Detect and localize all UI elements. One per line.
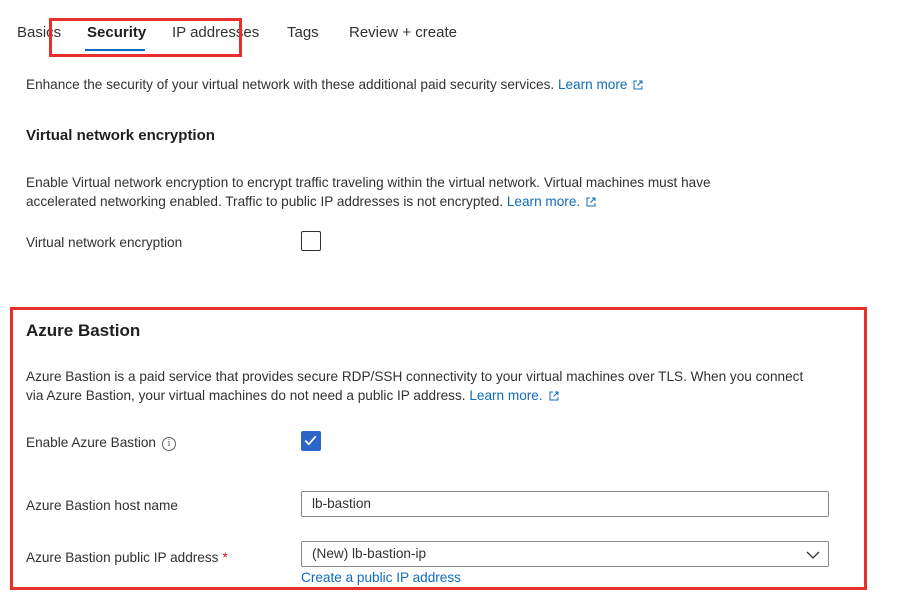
vnet-encryption-learn-more-link[interactable]: Learn more. <box>507 194 596 209</box>
vnet-encryption-desc-line1: Enable Virtual network encryption to enc… <box>26 175 711 190</box>
tab-highlight-box <box>49 18 242 57</box>
intro-learn-more-link[interactable]: Learn more <box>558 77 644 92</box>
checkmark-icon <box>304 435 317 446</box>
external-link-icon <box>633 80 643 90</box>
intro-text: Enhance the security of your virtual net… <box>26 77 555 92</box>
required-indicator: * <box>222 550 228 565</box>
vnet-encryption-heading: Virtual network encryption <box>26 127 215 144</box>
tab-tags[interactable]: Tags <box>287 24 319 41</box>
info-icon[interactable]: i <box>161 437 176 451</box>
tab-review-create[interactable]: Review + create <box>349 24 457 41</box>
external-link-icon <box>549 391 559 401</box>
intro-text-row: Enhance the security of your virtual net… <box>26 75 643 94</box>
enable-bastion-label-row: Enable Azure Bastion i <box>26 433 176 452</box>
bastion-desc-line1: Azure Bastion is a paid service that pro… <box>26 369 804 384</box>
vnet-encryption-checkbox[interactable] <box>301 231 321 251</box>
bastion-learn-more-link[interactable]: Learn more. <box>469 388 559 403</box>
bastion-host-name-input[interactable]: lb-bastion <box>301 491 829 517</box>
bastion-public-ip-label-row: Azure Bastion public IP address * <box>26 548 228 567</box>
enable-bastion-label: Enable Azure Bastion <box>26 435 156 450</box>
vnet-encryption-description: Enable Virtual network encryption to enc… <box>26 173 711 211</box>
bastion-description: Azure Bastion is a paid service that pro… <box>26 367 803 405</box>
enable-bastion-checkbox[interactable] <box>301 431 321 451</box>
bastion-public-ip-label: Azure Bastion public IP address <box>26 550 219 565</box>
external-link-icon <box>586 197 596 207</box>
bastion-host-name-label: Azure Bastion host name <box>26 498 178 513</box>
vnet-encryption-field-label: Virtual network encryption <box>26 235 183 250</box>
bastion-desc-line2: via Azure Bastion, your virtual machines… <box>26 388 466 403</box>
bastion-heading: Azure Bastion <box>26 321 141 340</box>
bastion-public-ip-value: (New) lb-bastion-ip <box>312 546 427 561</box>
vnet-encryption-desc-line2: accelerated networking enabled. Traffic … <box>26 194 504 209</box>
chevron-down-icon <box>806 551 820 559</box>
bastion-public-ip-dropdown[interactable]: (New) lb-bastion-ip <box>301 541 829 567</box>
create-public-ip-link[interactable]: Create a public IP address <box>301 568 461 587</box>
